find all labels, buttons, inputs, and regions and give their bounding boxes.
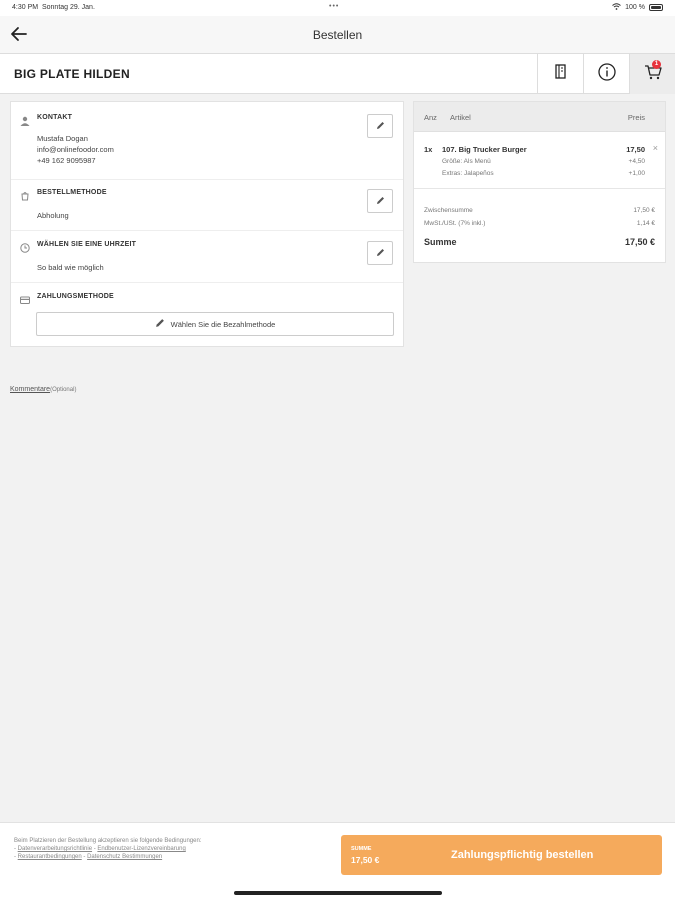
order-method-title: BESTELLMETHODE (37, 189, 107, 196)
choose-payment-method-button[interactable]: Wählen Sie die Bezahlmethode (36, 312, 394, 336)
item-qty: 1x (424, 145, 433, 154)
menu-book-icon (554, 63, 568, 85)
contact-phone: +49 162 9095987 (37, 156, 96, 165)
item-option-extras-price: +1,00 (628, 170, 645, 177)
order-method-section: BESTELLMETHODE Abholung (11, 180, 403, 231)
time-title: WÄHLEN SIE EINE UHRZEIT (37, 241, 137, 248)
checkout-details-card: KONTAKT Mustafa Dogan info@onlinefoodor.… (10, 101, 404, 347)
battery-icon (649, 4, 663, 11)
cart-count-badge: 1 (652, 60, 661, 69)
menu-button[interactable] (537, 54, 583, 94)
page-title: Bestellen (312, 28, 363, 42)
pencil-icon (376, 117, 385, 135)
place-order-button[interactable]: SUMME 17,50 € Zahlungspflichtig bestelle… (341, 835, 662, 875)
restaurant-bar: BIG PLATE HILDEN 1 (0, 54, 675, 94)
wifi-icon (612, 3, 621, 12)
remove-item-icon[interactable]: × (653, 143, 658, 153)
checkout-footer: Beim Platzieren der Bestellung akzeptier… (0, 822, 675, 900)
clock-icon (20, 240, 30, 253)
edit-order-method-button[interactable] (367, 189, 393, 213)
edit-time-button[interactable] (367, 241, 393, 265)
contact-info: Mustafa Dogan info@onlinefoodor.com +49 … (37, 133, 114, 166)
total-label: Summe (424, 237, 457, 247)
subtotal-label: Zwischensumme (424, 207, 473, 214)
time-value: So bald wie möglich (37, 263, 104, 272)
info-icon (597, 62, 616, 86)
cart-table-header: Anz Artikel Preis (414, 102, 665, 132)
comment-optional: (Optional) (50, 387, 77, 393)
order-sum-label: SUMME (351, 846, 372, 852)
terms-eula-link[interactable]: Endbenutzer-Lizenzvereinbarung (97, 846, 185, 852)
cart-button[interactable]: 1 (629, 54, 675, 94)
cart-summary-card: Anz Artikel Preis 1x 107. Big Trucker Bu… (413, 101, 666, 263)
order-method-value: Abholung (37, 211, 69, 220)
status-right: 100 % (612, 3, 663, 12)
terms-intro: Beim Platzieren der Bestellung akzeptier… (14, 838, 202, 844)
item-option-extras: Extras: Jalapeños (442, 170, 494, 177)
pencil-icon (155, 318, 165, 330)
item-option-size-price: +4,50 (628, 158, 645, 165)
contact-email: info@onlinefoodor.com (37, 145, 114, 154)
home-indicator[interactable] (234, 891, 442, 895)
multitask-dots[interactable]: ••• (329, 3, 339, 10)
contact-section: KONTAKT Mustafa Dogan info@onlinefoodor.… (11, 102, 403, 180)
contact-name: Mustafa Dogan (37, 134, 88, 143)
status-bar: 4:30 PM Sonntag 29. Jan. ••• 100 % (0, 0, 675, 16)
vat-value: 1,14 € (636, 220, 655, 227)
terms-data-processing-link[interactable]: Datenverarbeitungsrichtlinie (18, 846, 92, 852)
person-icon (20, 113, 30, 126)
total-value: 17,50 € (624, 237, 655, 247)
terms-restaurant-link[interactable]: Restaurantbedingungen (18, 854, 82, 860)
header-price: Preis (627, 113, 645, 122)
order-sum-value: 17,50 € (351, 855, 380, 865)
navigation-bar: Bestellen (0, 16, 675, 54)
comment-row: Kommentare(Optional) (10, 386, 76, 393)
comment-link[interactable]: Kommentare (10, 386, 50, 393)
terms-text: Beim Platzieren der Bestellung akzeptier… (14, 837, 314, 861)
payment-title: ZAHLUNGSMETHODE (37, 293, 114, 300)
item-option-size: Größe: Als Menü (442, 158, 491, 165)
contact-title: KONTAKT (37, 114, 73, 121)
vat-label: MwSt./USt. (7% inkl.) (424, 220, 486, 227)
item-price: 17,50 (626, 145, 645, 154)
terms-privacy-link[interactable]: Datenschutz Bestimmungen (87, 854, 162, 860)
credit-card-icon (20, 292, 30, 304)
restaurant-name: BIG PLATE HILDEN (14, 67, 130, 81)
header-article: Artikel (450, 113, 471, 122)
header-qty: Anz (424, 113, 437, 122)
battery-level: 100 % (625, 4, 645, 11)
time-section: WÄHLEN SIE EINE UHRZEIT So bald wie mögl… (11, 231, 403, 283)
subtotal-value: 17,50 € (633, 207, 655, 214)
edit-contact-button[interactable] (367, 114, 393, 138)
choose-payment-label: Wählen Sie die Bezahlmethode (170, 319, 276, 329)
item-name: 107. Big Trucker Burger (442, 145, 527, 154)
pickup-icon (20, 188, 30, 201)
status-time: 4:30 PM Sonntag 29. Jan. (12, 4, 95, 11)
info-button[interactable] (583, 54, 629, 94)
place-order-label: Zahlungspflichtig bestellen (451, 849, 594, 861)
pencil-icon (376, 244, 385, 262)
divider (414, 188, 665, 189)
pencil-icon (376, 192, 385, 210)
